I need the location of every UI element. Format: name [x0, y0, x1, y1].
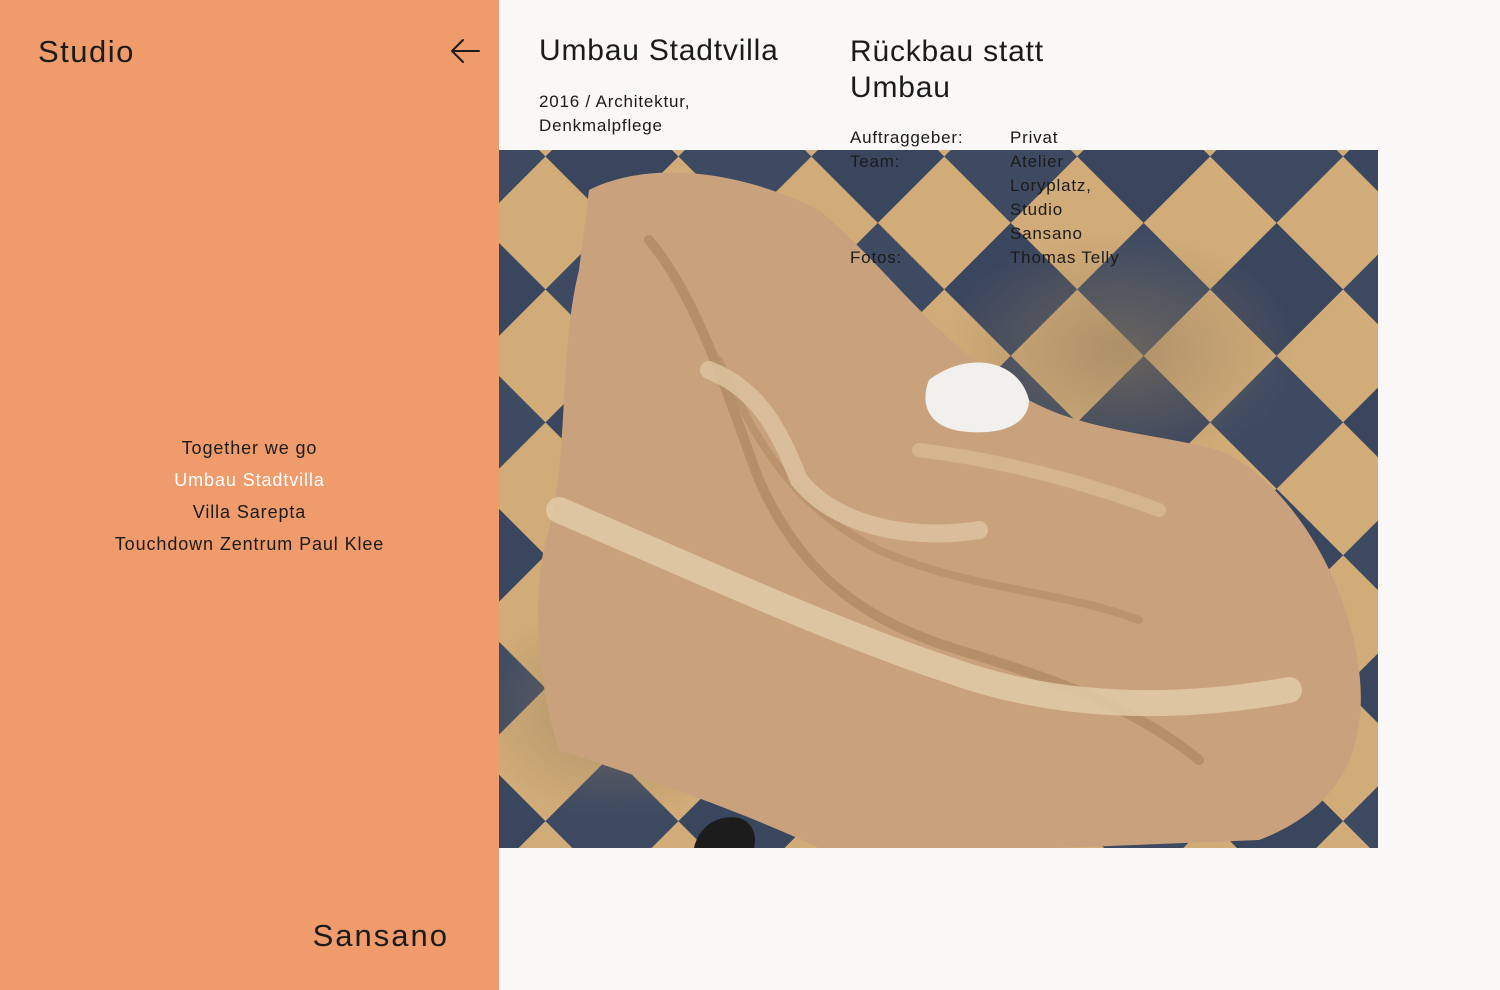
credit-team-line: Atelier	[1010, 152, 1064, 171]
credit-team-line: Sansano	[1010, 224, 1083, 243]
credit-team-row: Team: Atelier Loryplatz, Studio Sansano	[850, 150, 1130, 246]
credit-photos-row: Fotos: Thomas Telly	[850, 246, 1130, 270]
credit-photos-label: Fotos:	[850, 248, 903, 267]
project-detail: Umbau Stadtvilla 2016 / Architektur, Den…	[499, 0, 1500, 990]
arrow-left-icon[interactable]	[448, 36, 482, 66]
credit-photos-value: Thomas Telly	[1010, 248, 1120, 267]
credit-client-value: Privat	[1010, 128, 1059, 147]
project-meta: 2016 / Architektur, Denkmalpflege	[539, 90, 769, 138]
brand-logo-bottom: Sansano	[312, 918, 449, 953]
project-nav: Together we go Umbau Stadtvilla Villa Sa…	[0, 434, 499, 562]
credit-team-value: Atelier Loryplatz, Studio Sansano	[1010, 150, 1130, 246]
credit-team-line: Studio	[1010, 200, 1064, 219]
credit-client-label: Auftraggeber:	[850, 128, 964, 147]
nav-item-touchdown-zentrum[interactable]: Touchdown Zentrum Paul Klee	[0, 530, 499, 562]
nav-item-villa-sarepta[interactable]: Villa Sarepta	[0, 498, 499, 530]
sidebar: Studio Together we go Umbau Stadtvilla V…	[0, 0, 499, 990]
project-subtitle: Rückbau statt Umbau	[850, 35, 1044, 104]
credit-client-row: Auftraggeber: Privat	[850, 126, 1130, 150]
project-title: Umbau Stadtvilla	[539, 34, 779, 67]
project-credits: Auftraggeber: Privat Team: Atelier Loryp…	[850, 126, 1130, 270]
project-category-2: Denkmalpflege	[539, 116, 663, 135]
nav-item-umbau-stadtvilla[interactable]: Umbau Stadtvilla	[0, 466, 499, 498]
project-year-category: 2016 / Architektur,	[539, 92, 691, 111]
nav-item-together-we-go[interactable]: Together we go	[0, 434, 499, 466]
brand-logo-top[interactable]: Studio	[38, 34, 135, 70]
credit-team-label: Team:	[850, 152, 901, 171]
credit-team-line: Loryplatz,	[1010, 176, 1092, 195]
